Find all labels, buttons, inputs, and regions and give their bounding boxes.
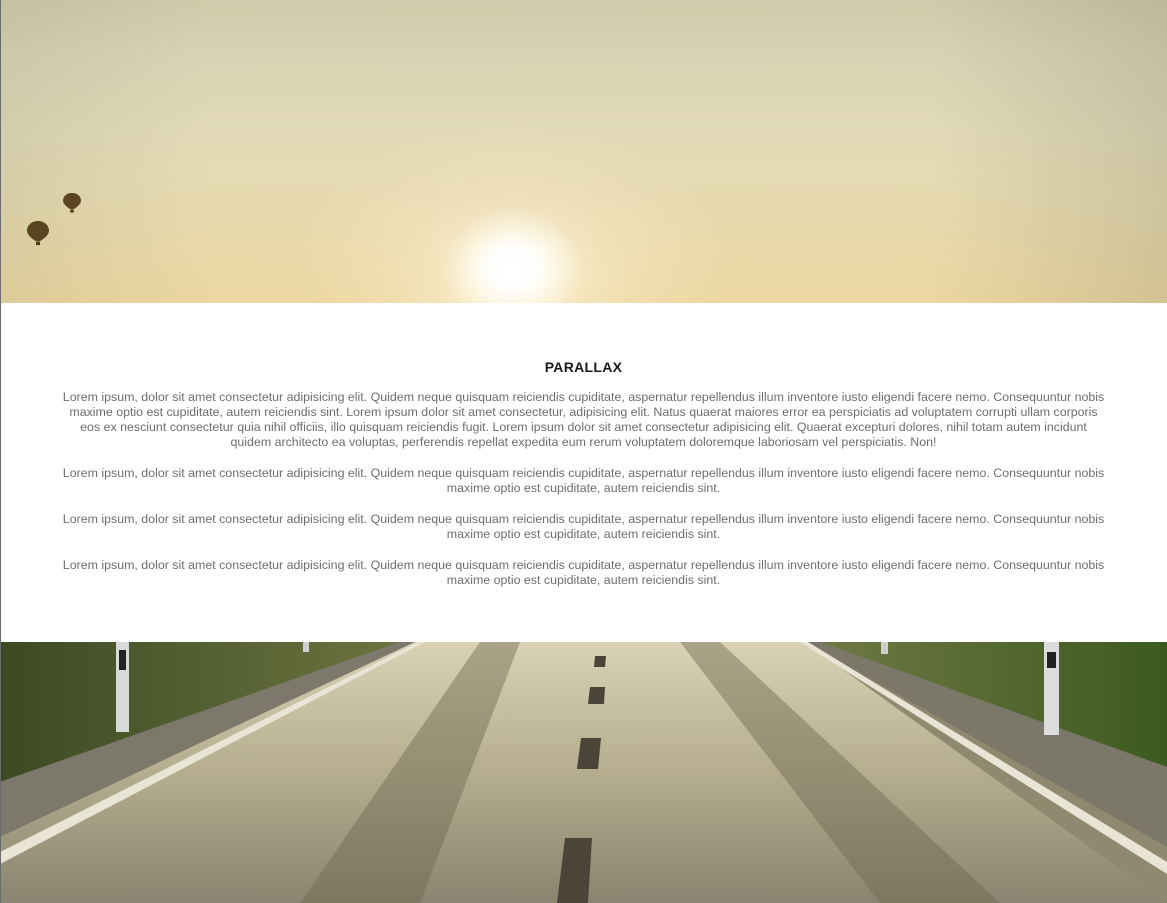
road-scene [0,642,1167,903]
paragraph-group: Lorem ipsum, dolor sit amet consectetur … [60,390,1107,604]
road-parallax-image [0,642,1167,903]
content-section: PARALLAX Lorem ipsum, dolor sit amet con… [0,303,1167,642]
body-paragraph: Lorem ipsum, dolor sit amet consectetur … [62,512,1105,541]
hero-parallax-image [0,0,1167,303]
body-paragraph: Lorem ipsum, dolor sit amet consectetur … [62,558,1105,587]
body-paragraph: Lorem ipsum, dolor sit amet consectetur … [62,390,1105,449]
hot-air-balloon-icon [27,221,49,246]
hot-air-balloon-icon [63,193,81,213]
body-paragraph: Lorem ipsum, dolor sit amet consectetur … [62,466,1105,495]
section-title: PARALLAX [544,359,623,375]
page-edge [0,0,1,903]
